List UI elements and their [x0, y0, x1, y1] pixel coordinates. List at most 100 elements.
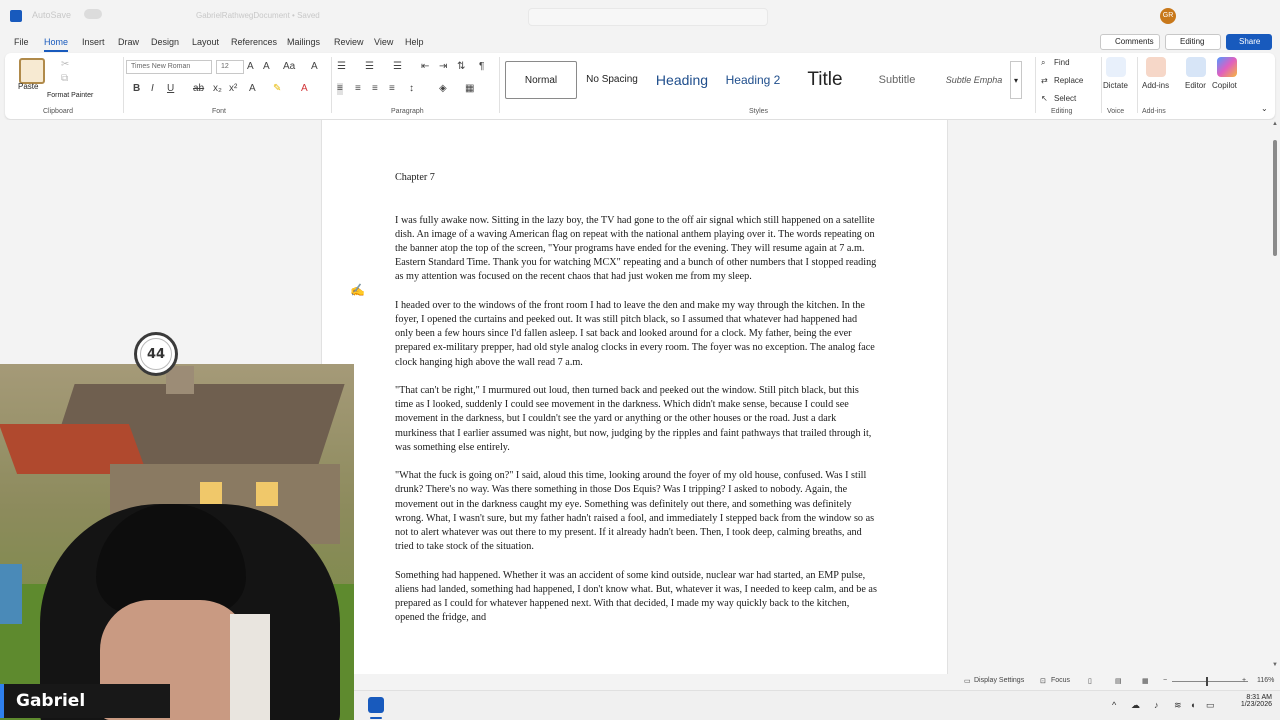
avatar[interactable]: GR	[1160, 8, 1176, 24]
editor-button[interactable]: Editor	[1185, 81, 1206, 90]
microphone-icon[interactable]	[1106, 57, 1126, 77]
share-button[interactable]: Share	[1226, 34, 1272, 50]
document-body[interactable]: Chapter 7 I was fully awake now. Sitting…	[395, 171, 877, 640]
zoom-slider[interactable]	[1172, 681, 1248, 682]
tab-insert[interactable]: Insert	[82, 33, 105, 51]
justify-icon[interactable]: ≡	[389, 83, 395, 95]
copy-icon[interactable]: ⧉	[61, 73, 68, 85]
grow-font-icon[interactable]: A	[247, 61, 254, 73]
replace-icon[interactable]: ⇄	[1041, 76, 1048, 85]
vertical-scrollbar[interactable]	[1270, 120, 1280, 674]
copilot-button[interactable]: Copilot	[1212, 81, 1237, 90]
tab-draw[interactable]: Draw	[118, 33, 139, 51]
zoom-in-icon[interactable]: +	[1242, 677, 1246, 684]
zoom-out-icon[interactable]: −	[1163, 677, 1167, 684]
zoom-level[interactable]: 116%	[1257, 677, 1274, 684]
display-settings-icon[interactable]: ▭	[964, 677, 971, 685]
align-left-icon[interactable]: ≡	[337, 83, 343, 95]
change-case-icon[interactable]: Aa	[283, 61, 295, 73]
italic-icon[interactable]: I	[151, 83, 154, 95]
bold-icon[interactable]: B	[133, 83, 140, 95]
collapse-ribbon-icon[interactable]: ⌄	[1261, 104, 1268, 113]
cut-icon[interactable]: ✂	[61, 59, 69, 71]
align-center-icon[interactable]: ≡	[355, 83, 361, 95]
addins-button[interactable]: Add-ins	[1142, 81, 1169, 90]
scroll-up-icon[interactable]: ▲	[1272, 121, 1278, 127]
style-normal[interactable]: Normal	[505, 61, 577, 99]
scroll-down-icon[interactable]: ▼	[1272, 662, 1278, 668]
word-taskbar-icon[interactable]	[368, 697, 384, 713]
document-page[interactable]: Chapter 7 I was fully awake now. Sitting…	[321, 120, 948, 680]
zoom-slider-thumb[interactable]	[1206, 677, 1208, 686]
autosave-toggle[interactable]	[84, 9, 102, 19]
find-search-icon[interactable]: ⌕	[1041, 58, 1045, 68]
wifi-icon[interactable]: ≋	[1174, 700, 1182, 711]
text-effects-icon[interactable]: A	[249, 83, 256, 95]
underline-icon[interactable]: U	[167, 83, 174, 95]
show-formatting-icon[interactable]: ¶	[479, 61, 484, 73]
format-painter-button[interactable]: Format Painter	[47, 92, 93, 99]
comments-button[interactable]: Comments	[1100, 34, 1160, 50]
print-layout-icon[interactable]: ▤	[1115, 677, 1122, 685]
editing-mode-button[interactable]: Editing	[1165, 34, 1221, 50]
increase-indent-icon[interactable]: ⇥	[439, 61, 447, 73]
clear-format-icon[interactable]: A	[311, 61, 318, 73]
tab-file[interactable]: File	[14, 33, 29, 51]
tab-references[interactable]: References	[231, 33, 277, 51]
multilevel-list-icon[interactable]: ☰	[393, 61, 402, 73]
select-icon[interactable]: ↖	[1041, 94, 1048, 103]
superscript-icon[interactable]: x²	[229, 83, 237, 95]
chevron-up-icon[interactable]: ^	[1112, 700, 1116, 710]
decrease-indent-icon[interactable]: ⇤	[421, 61, 429, 73]
paste-label[interactable]: Paste	[18, 82, 38, 91]
tab-view[interactable]: View	[374, 33, 393, 51]
bullets-icon[interactable]: ☰	[337, 61, 346, 73]
tab-home[interactable]: Home	[44, 33, 69, 52]
style-no-spacing[interactable]: No Spacing	[581, 61, 643, 99]
numbering-icon[interactable]: ☰	[365, 61, 374, 73]
clock[interactable]: 8:31 AM 1/23/2026	[1222, 694, 1272, 708]
style-subtle-emphasis[interactable]: Subtle Empha	[939, 61, 1009, 99]
style-heading-2[interactable]: Heading 2	[721, 61, 785, 99]
focus-button[interactable]: Focus	[1051, 677, 1070, 684]
display-settings-button[interactable]: Display Settings	[974, 677, 1024, 684]
borders-icon[interactable]: ▦	[465, 83, 474, 95]
strikethrough-icon[interactable]: ab	[193, 83, 204, 95]
dictate-button[interactable]: Dictate	[1103, 81, 1128, 90]
style-heading[interactable]: Heading	[647, 61, 717, 99]
paste-icon[interactable]	[19, 58, 45, 84]
replace-button[interactable]: Replace	[1054, 76, 1083, 85]
shading-icon[interactable]: ◈	[439, 83, 447, 95]
tab-design[interactable]: Design	[151, 33, 179, 51]
search-box[interactable]	[528, 8, 768, 26]
style-title[interactable]: Title	[793, 61, 857, 99]
font-size-field[interactable]: 12	[216, 60, 244, 74]
sort-icon[interactable]: ⇅	[457, 61, 465, 73]
line-spacing-icon[interactable]: ↕	[409, 83, 414, 95]
align-right-icon[interactable]: ≡	[372, 83, 378, 95]
font-name-field[interactable]: Times New Roman	[126, 60, 212, 74]
copilot-icon[interactable]	[1217, 57, 1237, 77]
styles-more-button[interactable]: ▾	[1010, 61, 1022, 99]
subscript-icon[interactable]: x₂	[213, 83, 222, 95]
microphone-tray-icon[interactable]: ♪	[1154, 700, 1159, 710]
focus-icon[interactable]: ⊡	[1040, 677, 1046, 685]
font-color-icon[interactable]: A	[301, 83, 308, 95]
volume-icon[interactable]: ◖	[1190, 700, 1195, 710]
editor-icon[interactable]	[1186, 57, 1206, 77]
tab-help[interactable]: Help	[405, 33, 424, 51]
addins-icon[interactable]	[1146, 57, 1166, 77]
select-button[interactable]: Select	[1054, 94, 1076, 103]
highlight-icon[interactable]: ✎	[273, 83, 281, 95]
tab-mailings[interactable]: Mailings	[287, 33, 320, 51]
shrink-font-icon[interactable]: A	[263, 61, 270, 73]
scrollbar-thumb[interactable]	[1273, 140, 1277, 256]
tab-review[interactable]: Review	[334, 33, 364, 51]
cloud-icon[interactable]: ☁	[1131, 700, 1140, 711]
read-mode-icon[interactable]: ▯	[1088, 677, 1092, 685]
document-title[interactable]: GabrielRathwegDocument • Saved	[196, 11, 320, 20]
style-subtitle[interactable]: Subtitle	[865, 61, 929, 99]
find-button[interactable]: Find	[1054, 58, 1070, 67]
web-layout-icon[interactable]: ▦	[1142, 677, 1149, 685]
tab-layout[interactable]: Layout	[192, 33, 219, 51]
